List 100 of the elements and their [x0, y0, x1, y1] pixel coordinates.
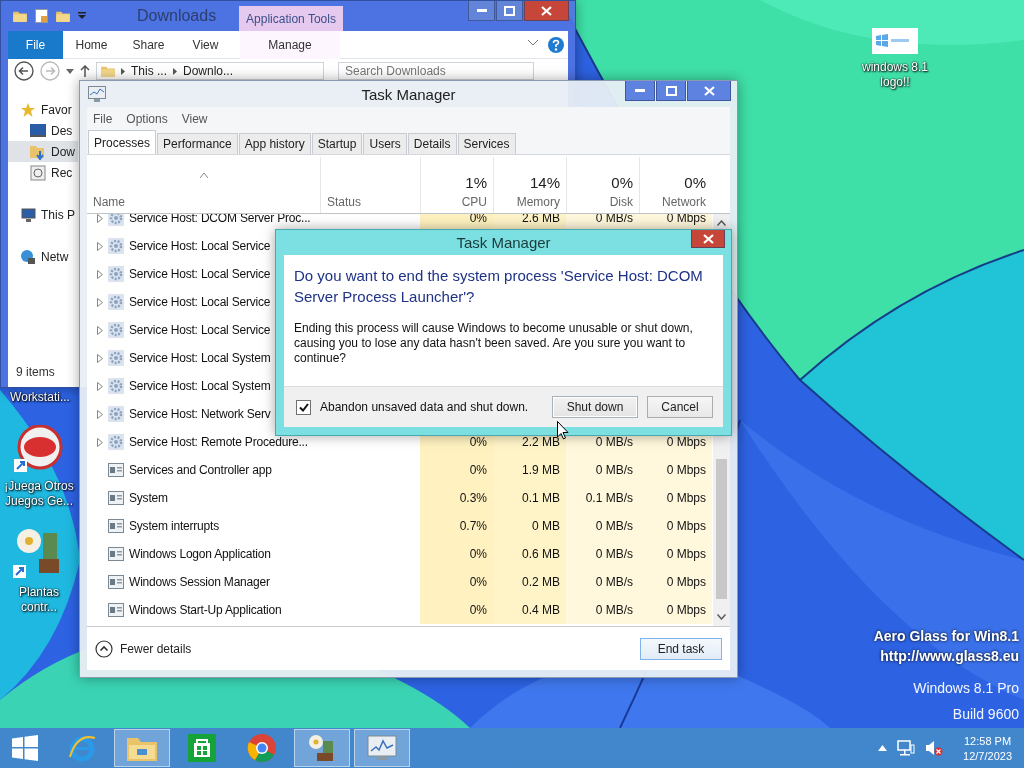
shortcut-label: windows 8.1 logo!! [860, 60, 929, 90]
table-cell: 0 MB/s [595, 214, 633, 225]
clock-time[interactable]: 12:58 PM [964, 734, 1012, 747]
process-name[interactable]: Windows Logon Application [129, 547, 271, 561]
table-cell: 0 MB/s [595, 519, 633, 533]
table-cell: 0.1 MB [522, 491, 560, 505]
ribbon-tab[interactable]: Manage [240, 30, 340, 59]
context-tab-header: Application Tools [239, 6, 343, 31]
column-total: 1% [465, 174, 487, 191]
table-cell: 0 Mbps [666, 603, 706, 617]
table-cell: 0% [469, 575, 487, 589]
process-name[interactable]: System [129, 491, 168, 505]
dialog-title: Task Manager [456, 234, 551, 251]
search-field[interactable]: Search Downloads [338, 62, 534, 80]
table-cell: 0 MB/s [595, 435, 633, 449]
table-cell: 0 MB/s [595, 463, 633, 477]
breadcrumb[interactable]: This ... [131, 64, 167, 78]
table-cell: 0 Mbps [666, 435, 706, 449]
process-name[interactable]: Windows Session Manager [129, 575, 270, 589]
table-cell: 0.7% [459, 519, 487, 533]
process-name[interactable]: Service Host: DCOM Server Proc... [129, 214, 311, 225]
nav-item[interactable]: Netw [8, 246, 78, 267]
window-title: Task Manager [361, 85, 456, 103]
shortcut-label: Workstati... [10, 390, 70, 405]
table-cell: 0% [469, 603, 487, 617]
edition-text: Windows 8.1 Pro [913, 680, 1019, 696]
table-cell: 0 Mbps [666, 214, 706, 225]
ribbon-tab[interactable]: Share [120, 30, 177, 59]
table-cell: 0 MB/s [595, 603, 633, 617]
shortcut-label: ¡Juega Otros Juegos Ge... [3, 479, 75, 509]
column-header[interactable]: Memory [516, 195, 560, 209]
table-cell: 0 MB [532, 519, 560, 533]
column-total: 14% [529, 174, 560, 191]
overlay-text: Aero Glass for Win8.1 [873, 628, 1019, 644]
tab[interactable]: Details [407, 133, 457, 154]
window-title: Downloads [137, 7, 217, 25]
table-cell: 0.6 MB [522, 547, 560, 561]
table-cell: 0% [469, 547, 487, 561]
nav-item[interactable]: Rec [8, 162, 78, 183]
column-header[interactable]: Name [93, 195, 125, 209]
process-name[interactable]: Service Host: Local System [129, 379, 271, 393]
dialog-message: Ending this process will cause Windows to become unusable or shut down, causing you to lose any data hasn't been saved. Are you sure you want to continue? [294, 321, 694, 366]
table-cell: 2.2 MB [522, 435, 560, 449]
tab[interactable]: Services [457, 133, 516, 154]
table-cell: 1.9 MB [522, 463, 560, 477]
tab[interactable]: App history [238, 133, 311, 154]
tab[interactable]: Performance [157, 133, 238, 154]
table-cell: 0 Mbps [666, 519, 706, 533]
nav-item[interactable]: Des [8, 120, 78, 141]
tab[interactable]: Startup [311, 133, 363, 154]
ribbon-tab[interactable]: Home [63, 30, 120, 59]
menu-item[interactable]: View [181, 112, 208, 126]
menu-item[interactable]: File [93, 112, 113, 126]
column-total: 0% [611, 174, 633, 191]
table-cell: 0 MB/s [595, 575, 633, 589]
table-cell: 0 MB/s [595, 547, 633, 561]
table-cell: 0% [469, 214, 487, 225]
column-header[interactable]: CPU [461, 195, 487, 209]
process-name[interactable]: Service Host: Local Service [129, 295, 271, 309]
menu-item[interactable]: Options [126, 112, 168, 126]
overlay-text: http://www.glass8.eu [880, 648, 1019, 664]
table-cell: 0 Mbps [666, 547, 706, 561]
status-text: 9 items [16, 365, 55, 379]
desktop-shortcut[interactable]: Workstati... [0, 390, 80, 405]
table-cell: 0 Mbps [666, 463, 706, 477]
column-header[interactable]: Disk [609, 195, 633, 209]
table-cell: 0.3% [459, 491, 487, 505]
process-name[interactable]: System interrupts [129, 519, 219, 533]
fewer-details-link[interactable]: Fewer details [95, 639, 192, 658]
end-task-button[interactable]: End task [640, 637, 722, 660]
dialog-heading: Do you want to end the system process 'Service Host: DCOM Server Process Launcher'? [294, 266, 704, 307]
process-name[interactable]: Service Host: Local Service [129, 239, 271, 253]
edition-text: Build 9600 [952, 706, 1019, 722]
process-name[interactable]: Service Host: Local Service [129, 323, 271, 337]
tab[interactable]: Processes [88, 130, 157, 154]
table-cell: 0% [469, 435, 487, 449]
clock-date[interactable]: 12/7/2023 [963, 749, 1012, 762]
column-header[interactable]: Network [662, 195, 706, 209]
process-name[interactable]: Services and Controller app [129, 463, 272, 477]
column-header[interactable]: Status [327, 195, 362, 209]
table-cell: 0% [469, 463, 487, 477]
process-name[interactable]: Windows Start-Up Application [129, 603, 282, 617]
dialog-button[interactable]: Shut down [552, 396, 638, 418]
table-cell: 2.6 MB [522, 214, 560, 225]
column-total: 0% [684, 174, 706, 191]
table-cell: 0 Mbps [666, 491, 706, 505]
process-name[interactable]: Service Host: Local System [129, 351, 271, 365]
nav-item[interactable]: Favor [8, 99, 78, 120]
ribbon-tab[interactable]: View [177, 30, 234, 59]
checkbox-label[interactable]: Abandon unsaved data and shut down. [320, 400, 543, 414]
table-cell: 0.2 MB [522, 575, 560, 589]
nav-item[interactable]: Dow [8, 141, 78, 162]
nav-item[interactable]: This P [8, 204, 78, 225]
tab[interactable]: Users [363, 133, 407, 154]
dialog-button[interactable]: Cancel [647, 396, 713, 418]
process-name[interactable]: Service Host: Network Serv [129, 407, 271, 421]
ribbon-tab[interactable]: File [8, 30, 63, 59]
breadcrumb[interactable]: Downlo... [183, 64, 234, 78]
process-name[interactable]: Service Host: Local Service [129, 267, 271, 281]
process-name[interactable]: Service Host: Remote Procedure... [129, 435, 308, 449]
